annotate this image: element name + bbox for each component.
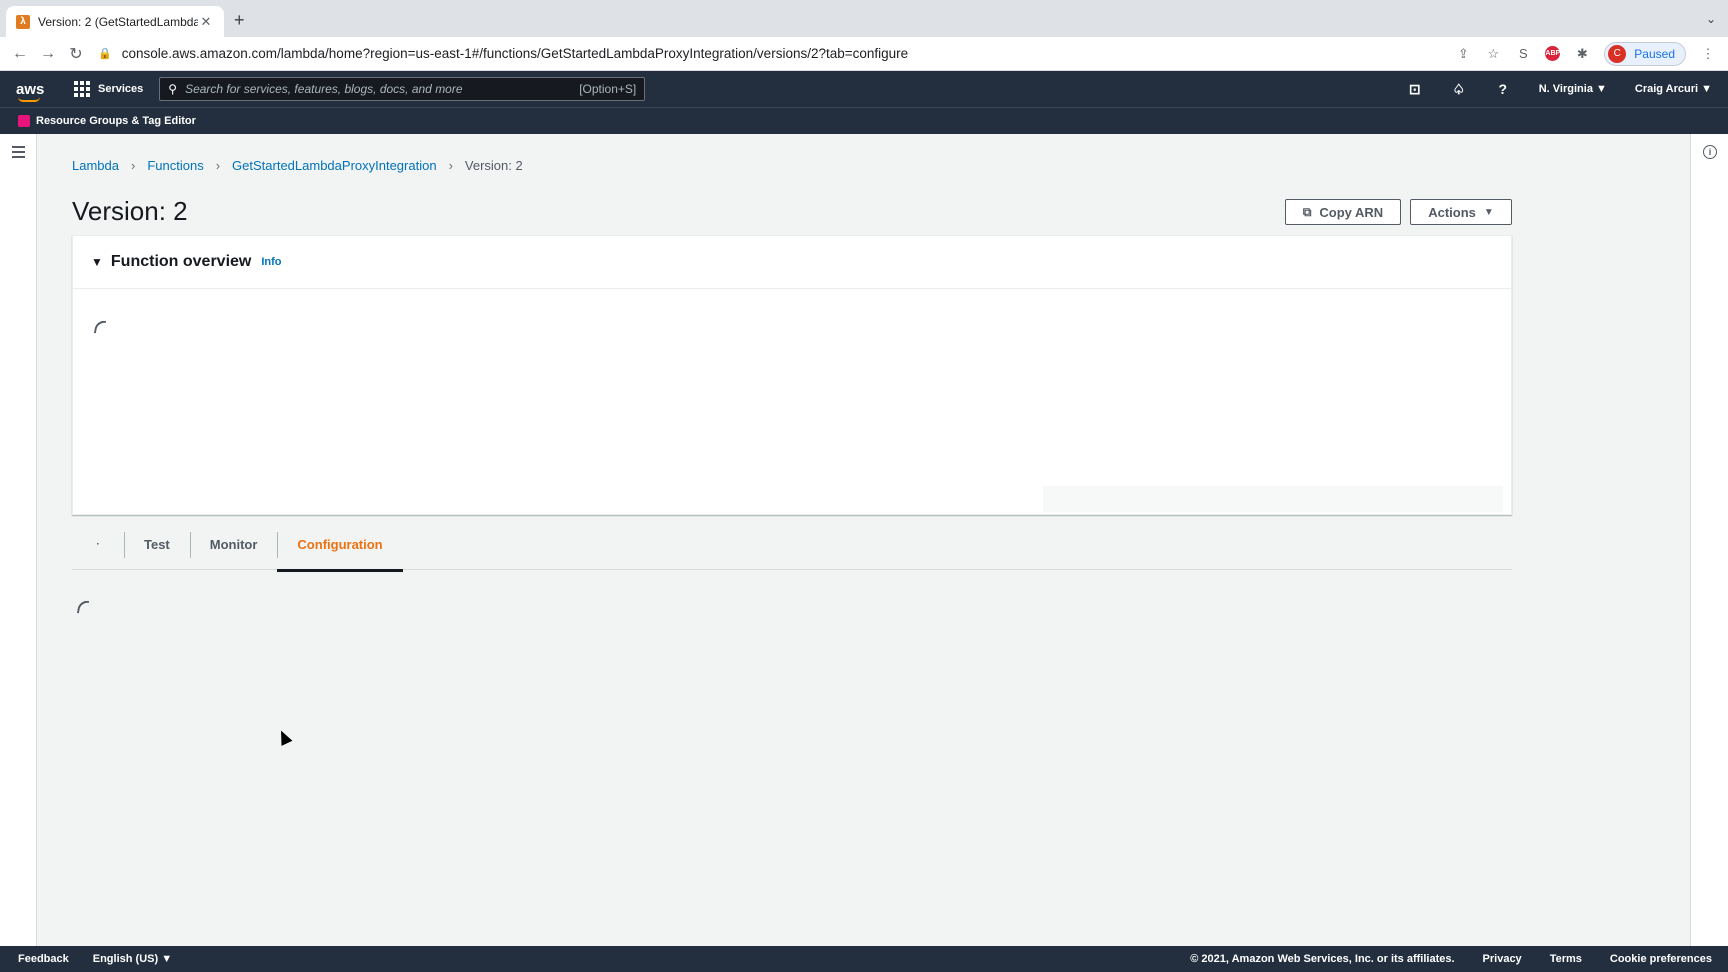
- profile-status: Paused: [1634, 46, 1675, 61]
- new-tab-icon[interactable]: +: [234, 10, 245, 31]
- breadcrumb-current: Version: 2: [464, 158, 523, 173]
- services-button[interactable]: Services: [74, 81, 143, 97]
- aws-logo-text: aws: [16, 80, 45, 98]
- tab-configuration[interactable]: Configuration: [277, 520, 403, 572]
- chevron-right-icon: ›: [130, 158, 136, 173]
- breadcrumb-lambda[interactable]: Lambda: [72, 158, 119, 173]
- actions-button[interactable]: Actions ▼: [1410, 199, 1512, 225]
- left-nav-rail: [0, 134, 37, 946]
- chevron-right-icon: ›: [215, 158, 221, 173]
- copy-arn-button[interactable]: ⧉ Copy ARN: [1285, 199, 1401, 225]
- loading-spinner-icon: [76, 599, 90, 615]
- cloudshell-icon[interactable]: ⊡: [1407, 81, 1423, 98]
- caret-down-icon: ▼: [1483, 206, 1494, 218]
- chevron-right-icon: ›: [448, 158, 453, 173]
- aws-smile-icon: [18, 97, 40, 102]
- tab-test[interactable]: Test: [124, 520, 190, 570]
- extensions-puzzle-icon[interactable]: ✱: [1574, 46, 1590, 62]
- function-overview-title: Function overview: [110, 253, 252, 270]
- tab-monitor[interactable]: Monitor: [189, 520, 278, 570]
- breadcrumb-functions[interactable]: Functions: [147, 158, 203, 173]
- aws-top-nav: aws Services ⚲ Search for services, feat…: [0, 71, 1728, 107]
- close-icon[interactable]: ✕: [198, 14, 214, 30]
- avatar: C: [1608, 44, 1627, 63]
- search-placeholder: Search for services, features, blogs, do…: [185, 82, 463, 96]
- extension-s-icon[interactable]: S: [1515, 46, 1531, 61]
- resource-groups-icon: [18, 115, 30, 127]
- search-icon: ⚲: [168, 82, 178, 96]
- search-shortcut: [Option+S]: [579, 82, 637, 96]
- mouse-cursor-icon: [275, 728, 293, 746]
- function-overview-panel: ▼ Function overview Info: [72, 235, 1512, 515]
- lock-icon: 🔒: [98, 48, 112, 60]
- cookie-preferences-link[interactable]: Cookie preferences: [1610, 953, 1712, 965]
- browser-tab-title: Version: 2 (GetStartedLambda: [38, 14, 198, 29]
- grid-icon: [74, 81, 90, 97]
- breadcrumb: Lambda › Functions › GetStartedLambdaPro…: [72, 158, 523, 173]
- forward-icon[interactable]: →: [34, 45, 62, 63]
- privacy-link[interactable]: Privacy: [1483, 953, 1522, 965]
- back-icon[interactable]: ←: [6, 45, 34, 63]
- favorites-bar: Resource Groups & Tag Editor: [0, 107, 1728, 134]
- page-title: Version: 2: [72, 196, 188, 226]
- share-icon[interactable]: ⇪: [1455, 46, 1471, 62]
- bookmark-star-icon[interactable]: ☆: [1485, 46, 1501, 62]
- collapse-caret-icon[interactable]: ▼: [91, 255, 103, 269]
- info-icon[interactable]: i: [1703, 145, 1717, 159]
- browser-menu-icon[interactable]: ⋮: [1700, 46, 1716, 62]
- search-input[interactable]: ⚲ Search for services, features, blogs, …: [159, 77, 646, 101]
- terms-link[interactable]: Terms: [1550, 953, 1582, 965]
- region-selector[interactable]: N. Virginia ▼: [1539, 83, 1607, 95]
- language-selector[interactable]: English (US) ▼: [93, 953, 172, 965]
- user-menu[interactable]: Craig Arcuri ▼: [1635, 83, 1712, 95]
- help-icon[interactable]: ?: [1495, 81, 1511, 97]
- copy-arn-label: Copy ARN: [1319, 204, 1384, 220]
- footer: Feedback English (US) ▼ © 2021, Amazon W…: [0, 946, 1728, 972]
- actions-label: Actions: [1428, 204, 1476, 220]
- function-tabs: · Test Monitor Configuration: [72, 520, 1512, 572]
- tab-search-chevron-icon[interactable]: ⌄: [1706, 12, 1716, 26]
- panel-placeholder: [1043, 486, 1503, 512]
- right-tools-rail: i: [1690, 134, 1728, 946]
- services-label: Services: [98, 83, 144, 95]
- adblock-icon[interactable]: ABP: [1545, 46, 1561, 61]
- bell-icon[interactable]: ♤: [1451, 81, 1467, 98]
- copy-icon: ⧉: [1302, 204, 1312, 219]
- address-bar[interactable]: 🔒 console.aws.amazon.com/lambda/home?reg…: [98, 41, 1455, 67]
- feedback-link[interactable]: Feedback: [18, 953, 69, 965]
- aws-logo[interactable]: aws: [16, 80, 46, 102]
- loading-spinner-icon: [93, 319, 107, 335]
- info-link[interactable]: Info: [261, 256, 281, 268]
- browser-toolbar: ← → ↻ 🔒 console.aws.amazon.com/lambda/ho…: [0, 37, 1728, 71]
- function-overview-header[interactable]: ▼ Function overview Info: [73, 236, 1511, 289]
- copyright-text: © 2021, Amazon Web Services, Inc. or its…: [1190, 953, 1455, 965]
- aws-lambda-icon: λ: [16, 14, 30, 29]
- menu-icon[interactable]: [12, 146, 25, 161]
- profile-button[interactable]: C Paused: [1604, 41, 1686, 66]
- url-text: console.aws.amazon.com/lambda/home?regio…: [121, 46, 909, 61]
- breadcrumb-function-name[interactable]: GetStartedLambdaProxyIntegration: [232, 158, 437, 173]
- browser-tab-strip: λ Version: 2 (GetStartedLambda ✕ + ⌄: [0, 0, 1728, 37]
- favorite-resource-groups[interactable]: Resource Groups & Tag Editor: [36, 115, 196, 127]
- browser-tab[interactable]: λ Version: 2 (GetStartedLambda ✕: [6, 6, 224, 37]
- tab-loading[interactable]: ·: [72, 520, 124, 570]
- reload-icon[interactable]: ↻: [62, 44, 90, 64]
